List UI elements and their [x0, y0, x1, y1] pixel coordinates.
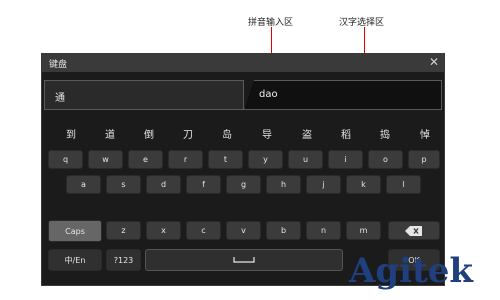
candidate-char[interactable]: 岛	[222, 126, 232, 141]
key-d[interactable]: d	[146, 175, 181, 194]
pinyin-text: dao	[259, 89, 278, 100]
key-w[interactable]: w	[88, 150, 123, 169]
annotation-char-select-area: 汉字选择区	[339, 18, 385, 28]
key-k[interactable]: k	[346, 175, 381, 194]
candidate-char[interactable]: 倒	[144, 126, 154, 141]
key-b[interactable]: b	[266, 221, 301, 240]
selected-char: 通	[55, 93, 65, 104]
key-y[interactable]: y	[248, 150, 283, 169]
input-row: 通 dao	[44, 80, 442, 110]
key-i[interactable]: i	[328, 150, 363, 169]
candidate-char[interactable]: 悼	[420, 126, 430, 141]
key-f[interactable]: f	[186, 175, 221, 194]
key-q[interactable]: q	[48, 150, 83, 169]
key-h[interactable]: h	[266, 175, 301, 194]
key-v[interactable]: v	[226, 221, 261, 240]
language-toggle-key[interactable]: 中/En	[48, 249, 102, 271]
backspace-icon	[405, 225, 422, 236]
key-x[interactable]: x	[146, 221, 181, 240]
candidate-bar: 到 道 倒 刀 岛 导 盗 稻 捣 悼	[52, 126, 442, 144]
key-o[interactable]: o	[368, 150, 403, 169]
title-bar: 键盘 ✕	[42, 54, 444, 72]
key-g[interactable]: g	[226, 175, 261, 194]
caps-key[interactable]: Caps	[48, 220, 102, 242]
key-l[interactable]: l	[386, 175, 421, 194]
key-n[interactable]: n	[306, 221, 341, 240]
space-icon	[233, 257, 255, 263]
key-e[interactable]: e	[128, 150, 163, 169]
symbols-key[interactable]: ?123	[106, 249, 141, 271]
candidate-char[interactable]: 导	[262, 126, 272, 141]
key-s[interactable]: s	[106, 175, 141, 194]
selected-char-field: 通	[44, 80, 244, 110]
key-j[interactable]: j	[306, 175, 341, 194]
space-key[interactable]	[145, 249, 343, 271]
candidate-char[interactable]: 道	[105, 126, 115, 141]
key-u[interactable]: u	[288, 150, 323, 169]
pinyin-input-field[interactable]: dao	[244, 80, 442, 110]
key-c[interactable]: c	[186, 221, 221, 240]
backspace-key[interactable]	[388, 221, 440, 240]
candidate-char[interactable]: 捣	[380, 126, 390, 141]
candidate-char[interactable]: 盗	[302, 126, 312, 141]
key-m[interactable]: m	[346, 221, 381, 240]
key-r[interactable]: r	[168, 150, 203, 169]
watermark-logo: Agitek	[349, 251, 473, 291]
close-icon[interactable]: ✕	[429, 55, 439, 69]
candidate-char[interactable]: 稻	[341, 126, 351, 141]
window-title: 键盘	[49, 60, 68, 70]
key-z[interactable]: z	[106, 221, 141, 240]
candidate-char[interactable]: 刀	[183, 126, 193, 141]
candidate-char[interactable]: 到	[66, 126, 76, 141]
key-a[interactable]: a	[66, 175, 101, 194]
key-t[interactable]: t	[208, 150, 243, 169]
key-p[interactable]: p	[408, 150, 440, 169]
